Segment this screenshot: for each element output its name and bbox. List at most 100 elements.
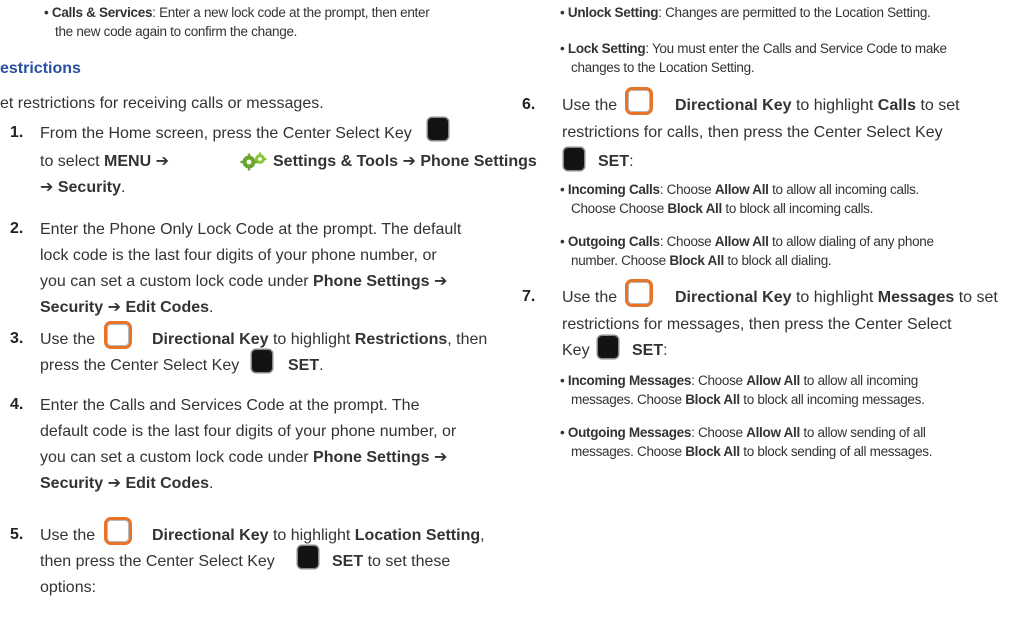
security-label: Security [40, 475, 104, 492]
step-text-cont: Directional Key to highlight Calls to se… [675, 96, 960, 116]
allow-all-label: Allow All [714, 234, 769, 249]
step-text-cont: Directional Key to highlight Messages to… [675, 288, 998, 308]
phone-settings-label: Phone Settings [420, 153, 537, 170]
location-setting-label: Location Setting [354, 527, 481, 544]
text: , [480, 527, 485, 544]
step-text-line2: then press the Center Select Key [40, 553, 275, 570]
step-text: Use the [562, 97, 618, 114]
step-text-line3: options: [40, 579, 97, 596]
center-select-key-icon [598, 336, 618, 358]
step-text: Enter the Calls and Services Code at the… [40, 397, 420, 414]
text: to highlight [272, 527, 351, 544]
step-text-line2: restrictions for messages, then press th… [562, 316, 952, 333]
bullet-text: : You must enter the Calls and Service C… [645, 41, 947, 56]
text: : Choose [691, 373, 743, 388]
restrictions-label: Restrictions [354, 331, 448, 348]
intro-text: et restrictions for receiving calls or m… [0, 95, 324, 112]
text: to block all incoming calls. [725, 201, 874, 216]
step-number: 1. [10, 124, 24, 141]
settings-path: Settings & Tools ➔ Phone Settings [273, 152, 537, 172]
step-text-line3: ➔ Security. [40, 178, 125, 198]
phone-settings-label: Phone Settings [313, 273, 430, 290]
directional-key-icon [625, 87, 653, 115]
arrow-icon: ➔ [155, 153, 170, 170]
text: to set [920, 97, 960, 114]
text: . [209, 299, 214, 316]
arrow-icon: ➔ [433, 273, 448, 290]
directional-key-label: Directional Key [675, 97, 792, 114]
set-label: SET [288, 357, 320, 374]
step-text-cont: Directional Key to highlight Location Se… [152, 526, 485, 546]
text: : [663, 342, 668, 359]
center-select-key-icon [564, 148, 584, 170]
text: . [319, 357, 324, 374]
set-label: SET [598, 153, 630, 170]
text: . [209, 475, 214, 492]
edit-codes-label: Edit Codes [125, 475, 210, 492]
bullet-text-cont: messages. Choose Block All to block send… [571, 443, 933, 461]
directional-key-label: Directional Key [152, 527, 269, 544]
text: , then [447, 331, 488, 348]
bullet-outgoing-calls: • Outgoing Calls: Choose Allow All to al… [560, 233, 934, 251]
text: to block all dialing. [727, 253, 832, 268]
arrow-icon: ➔ [433, 449, 448, 466]
bullet-text-cont: Choose Choose Block All to block all inc… [571, 200, 873, 218]
center-select-key-icon [252, 350, 272, 372]
allow-all-label: Allow All [746, 373, 800, 388]
security-label: Security [57, 179, 121, 196]
bullet-text-cont: the new code again to confirm the change… [55, 24, 298, 39]
text: to allow all incoming calls. [772, 182, 919, 197]
step-text: Use the [562, 289, 618, 306]
step-text-cont: Directional Key to highlight Restriction… [152, 330, 487, 350]
step-text-line2: restrictions for calls, then press the C… [562, 124, 943, 141]
edit-codes-label: Edit Codes [125, 299, 210, 316]
set-label: SET [332, 553, 364, 570]
bullet-label: Calls & Services [51, 5, 153, 20]
arrow-icon: ➔ [40, 179, 54, 196]
bullet-dot: • [560, 373, 568, 388]
set-label-line: SET: [598, 152, 634, 172]
text: to select [40, 153, 100, 170]
text: number. Choose [571, 253, 666, 268]
arrow-icon: ➔ [107, 475, 121, 492]
text: to allow sending of all [803, 425, 926, 440]
step-text-line2: default code is the last four digits of … [40, 423, 457, 440]
bullet-incoming-messages: • Incoming Messages: Choose Allow All to… [560, 372, 918, 390]
step-number: 7. [522, 288, 536, 305]
bullet-calls-services: • Calls & Services: Enter a new lock cod… [44, 4, 430, 22]
block-all-label: Block All [685, 392, 740, 407]
arrow-icon: ➔ [402, 153, 416, 170]
step-text-line4: Security ➔ Edit Codes. [40, 474, 213, 494]
text: to block all incoming messages. [743, 392, 925, 407]
text: . [121, 179, 126, 196]
directional-key-icon [625, 279, 653, 307]
allow-all-label: Allow All [714, 182, 769, 197]
bullet-outgoing-messages: • Outgoing Messages: Choose Allow All to… [560, 424, 926, 442]
allow-all-label: Allow All [746, 425, 800, 440]
text: to highlight [795, 289, 874, 306]
section-heading: estrictions [0, 60, 81, 77]
bullet-unlock-setting: • Unlock Setting: Changes are permitted … [560, 4, 931, 22]
bullet-label: Outgoing Calls [567, 234, 660, 249]
bullet-dot: • [560, 182, 568, 197]
step-text-line2: to select MENU ➔ [40, 152, 169, 172]
bullet-lock-setting: • Lock Setting: You must enter the Calls… [560, 40, 947, 58]
set-label: SET [632, 342, 664, 359]
step-text-line3: Key [562, 342, 590, 359]
text: to set these [367, 553, 451, 570]
phone-settings-label: Phone Settings [313, 449, 430, 466]
text: to highlight [795, 97, 874, 114]
text: to allow dialing of any phone [772, 234, 934, 249]
block-all-label: Block All [669, 253, 724, 268]
directional-key-icon [104, 321, 132, 349]
step-number: 4. [10, 396, 24, 413]
text: you can set a custom lock code under [40, 449, 309, 466]
step-text-line4: Security ➔ Edit Codes. [40, 298, 213, 318]
text: you can set a custom lock code under [40, 273, 309, 290]
bullet-dot: • [560, 41, 568, 56]
step-text: Use the [40, 331, 96, 348]
bullet-dot: • [560, 5, 568, 20]
directional-key-label: Directional Key [675, 289, 792, 306]
step-text: Enter the Phone Only Lock Code at the pr… [40, 221, 462, 238]
step-number: 2. [10, 220, 24, 237]
